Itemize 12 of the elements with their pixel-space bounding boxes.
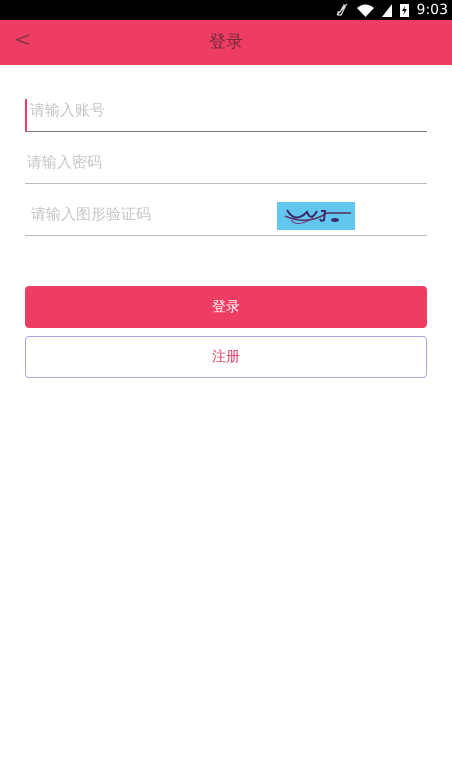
battery-icon <box>400 3 409 17</box>
mute-icon <box>334 3 349 17</box>
captcha-field[interactable]: 请输入图形验证码 <box>25 202 277 235</box>
wifi-icon <box>356 4 374 16</box>
register-button[interactable]: 注册 <box>25 336 427 378</box>
login-button[interactable]: 登录 <box>25 286 427 328</box>
back-button[interactable]: < <box>14 29 31 49</box>
account-field[interactable]: 请输入账号 <box>25 98 427 131</box>
page-title: 登录 <box>209 30 243 54</box>
clock-time: 9:03 <box>416 0 448 20</box>
signal-icon <box>382 4 392 16</box>
password-field[interactable]: 请输入密码 <box>25 150 427 183</box>
